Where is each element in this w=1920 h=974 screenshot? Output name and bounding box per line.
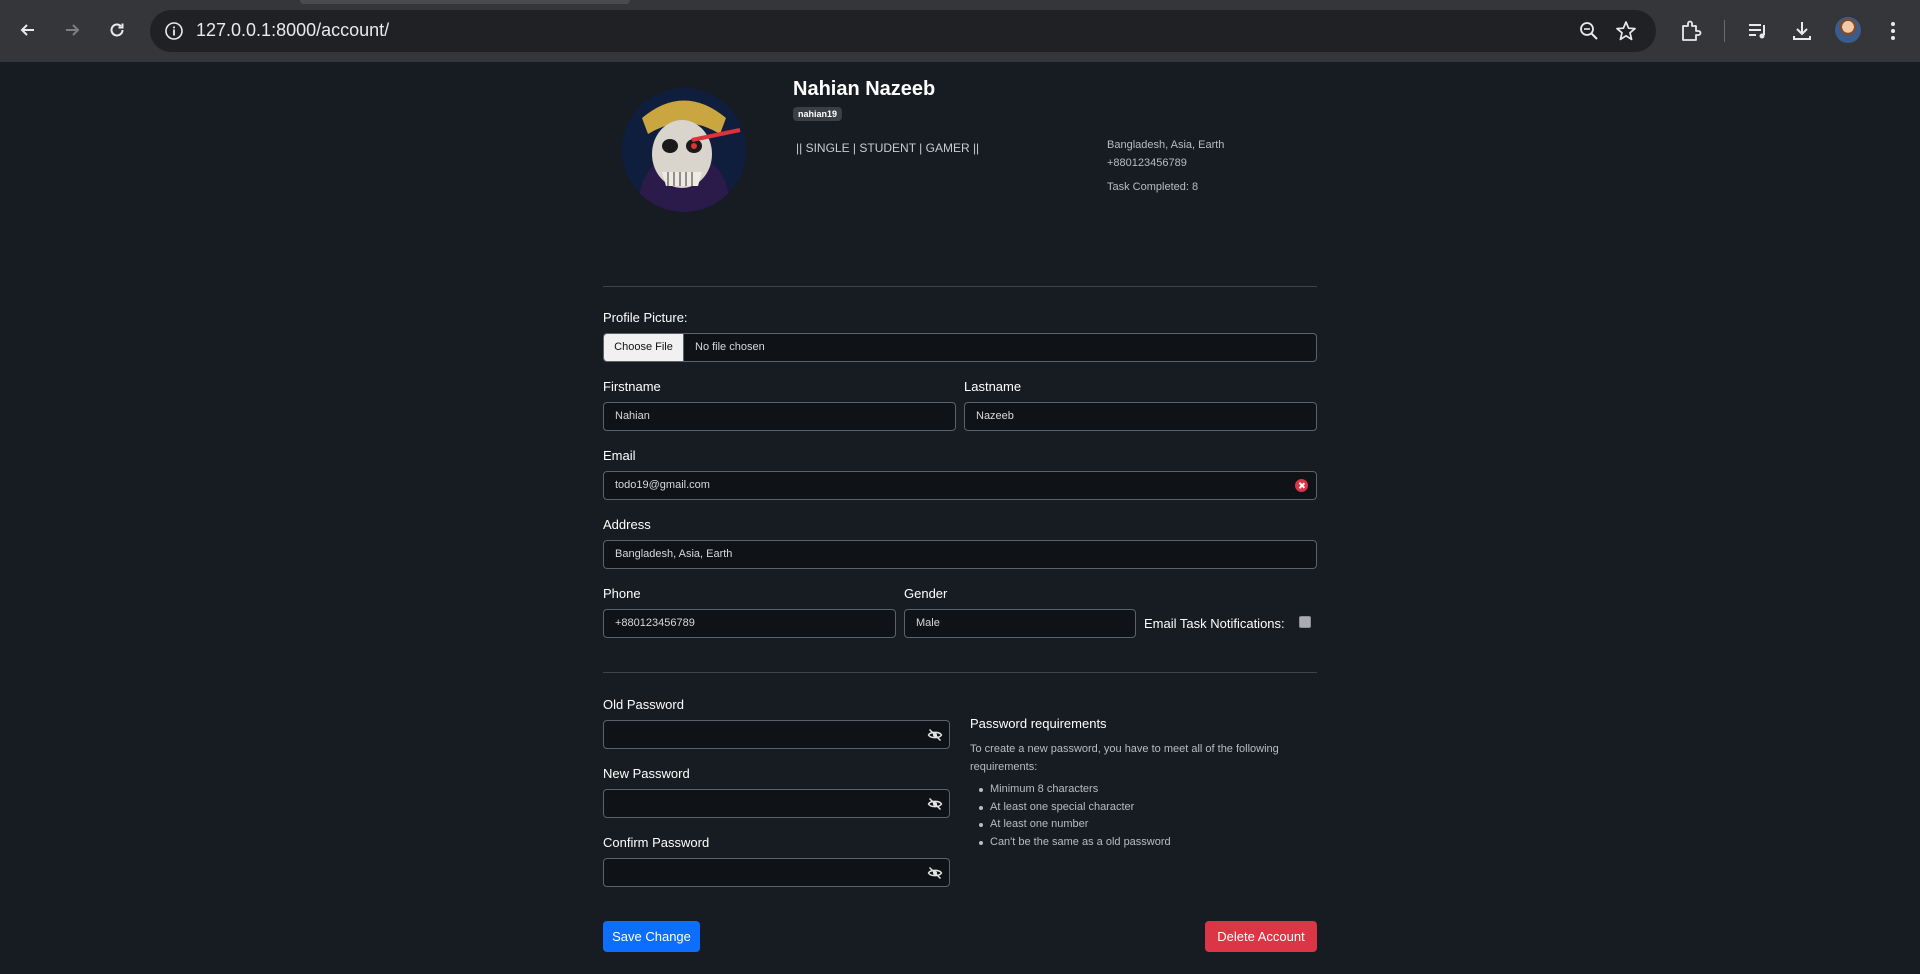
eye-slash-icon[interactable]	[927, 796, 943, 812]
kebab-menu-icon[interactable]	[1880, 18, 1906, 44]
choose-file-button[interactable]: Choose File	[604, 334, 684, 361]
email-value: todo19@gmail.com	[615, 479, 710, 491]
email-input[interactable]: todo19@gmail.com	[603, 471, 1317, 500]
eye-slash-icon[interactable]	[927, 727, 943, 743]
address-bar[interactable]: 127.0.0.1:8000/account/	[150, 10, 1656, 52]
new-password-input[interactable]	[603, 789, 950, 818]
site-info-icon[interactable]	[164, 21, 184, 41]
divider	[603, 286, 1317, 287]
lastname-input[interactable]: Nazeeb	[964, 402, 1317, 431]
profile-avatar	[622, 88, 746, 212]
eye-slash-icon[interactable]	[927, 865, 943, 881]
address-label: Address	[603, 517, 651, 532]
toolbar-separator	[1724, 20, 1725, 42]
profile-details: Bangladesh, Asia, Earth +880123456789 Ta…	[1107, 136, 1224, 196]
firstname-input[interactable]: Nahian	[603, 402, 956, 431]
password-requirements-text: To create a new password, you have to me…	[970, 743, 1279, 773]
url-text: 127.0.0.1:8000/account/	[196, 20, 390, 40]
no-file-text: No file chosen	[695, 341, 765, 353]
profile-picture-input[interactable]: Choose File No file chosen	[603, 333, 1317, 362]
download-icon[interactable]	[1789, 18, 1815, 44]
tab-indicator	[300, 0, 630, 4]
profile-phone: +880123456789	[1107, 157, 1187, 169]
email-label: Email	[603, 448, 636, 463]
reload-icon	[110, 23, 124, 37]
confirm-password-input[interactable]	[603, 858, 950, 887]
browser-toolbar: 127.0.0.1:8000/account/	[0, 0, 1920, 62]
save-change-button[interactable]: Save Change	[603, 921, 700, 952]
back-arrow-icon	[20, 24, 34, 36]
firstname-label: Firstname	[603, 379, 661, 394]
forward-arrow-icon	[66, 24, 80, 36]
profile-location: Bangladesh, Asia, Earth	[1107, 139, 1225, 151]
gender-input[interactable]: Male	[904, 609, 1136, 638]
task-completed: Task Completed: 8	[1107, 181, 1199, 193]
username-badge: nahian19	[793, 107, 843, 121]
old-password-label: Old Password	[603, 697, 684, 712]
phone-label: Phone	[603, 586, 641, 601]
extensions-icon[interactable]	[1677, 18, 1703, 44]
gender-label: Gender	[904, 586, 948, 601]
password-requirements-list: Minimum 8 characters At least one specia…	[970, 781, 1171, 851]
back-button[interactable]	[14, 16, 42, 44]
email-notifications-checkbox[interactable]	[1299, 616, 1311, 628]
profile-avatar-icon[interactable]	[1835, 17, 1861, 43]
new-password-label: New Password	[603, 766, 690, 781]
validation-error-icon	[1295, 479, 1308, 492]
password-requirements-title: Password requirements	[970, 716, 1107, 731]
lastname-label: Lastname	[964, 379, 1022, 394]
address-input[interactable]: Bangladesh, Asia, Earth	[603, 540, 1317, 569]
forward-button[interactable]	[58, 16, 86, 44]
zoom-icon[interactable]	[1578, 20, 1600, 42]
profile-bio: || SINGLE | STUDENT | GAMER ||	[796, 141, 980, 155]
skull-avatar-image	[622, 88, 746, 212]
reload-button[interactable]	[103, 16, 131, 44]
profile-picture-label: Profile Picture:	[603, 310, 688, 325]
phone-input[interactable]: +880123456789	[603, 609, 896, 638]
delete-account-button[interactable]: Delete Account	[1205, 921, 1317, 952]
requirement-item: Can't be the same as a old password	[970, 834, 1171, 852]
email-notifications-label: Email Task Notifications:	[1144, 616, 1285, 631]
confirm-password-label: Confirm Password	[603, 835, 710, 850]
profile-name: Nahian Nazeeb	[793, 78, 936, 100]
divider	[603, 672, 1317, 673]
requirement-item: At least one special character	[970, 799, 1171, 817]
requirement-item: Minimum 8 characters	[970, 781, 1171, 799]
media-queue-icon[interactable]	[1745, 18, 1771, 44]
old-password-input[interactable]	[603, 720, 950, 749]
requirement-item: At least one number	[970, 816, 1171, 834]
bookmark-star-icon[interactable]	[1614, 19, 1638, 43]
